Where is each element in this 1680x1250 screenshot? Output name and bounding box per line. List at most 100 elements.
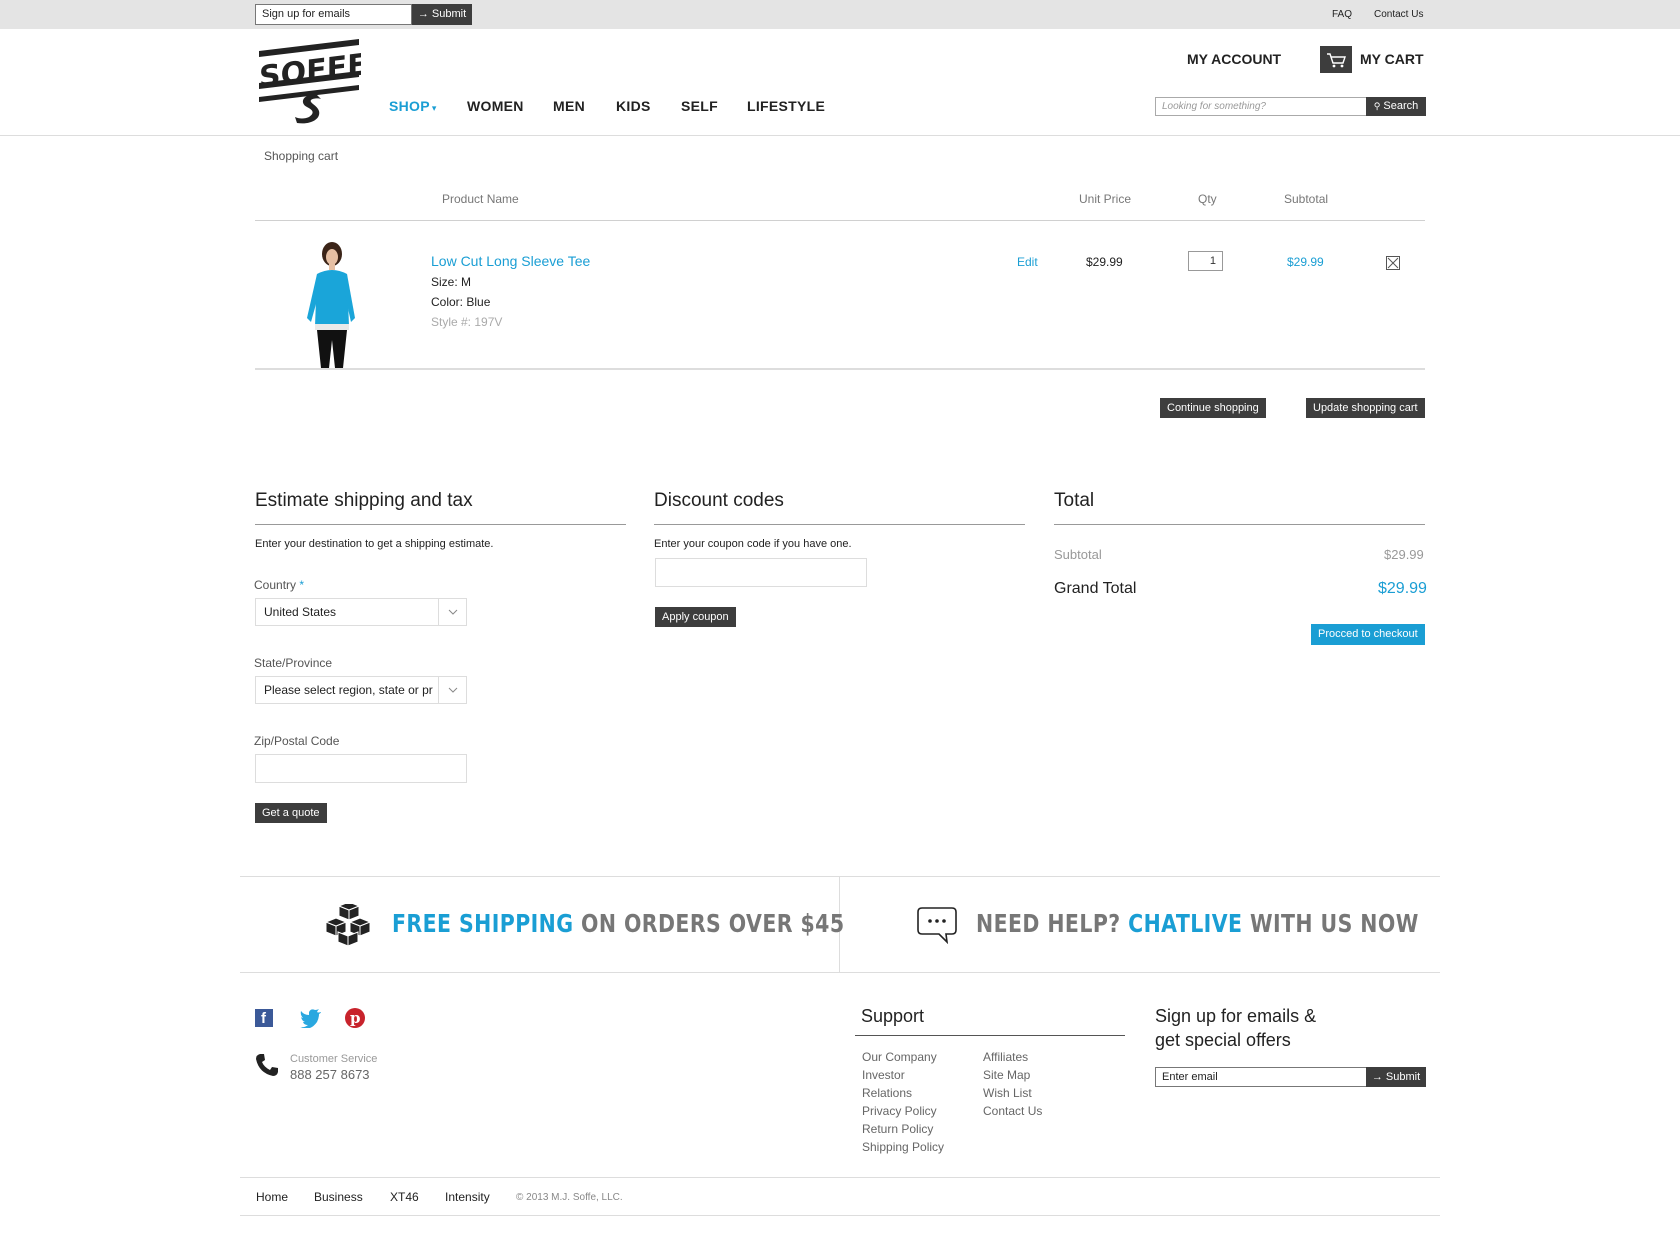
shipping-section-rule: [255, 524, 626, 525]
zip-label: Zip/Postal Code: [254, 734, 340, 748]
breadcrumb: Shopping cart: [264, 149, 339, 163]
search-button-label: Search: [1383, 100, 1419, 112]
faq-link[interactable]: FAQ: [1332, 9, 1352, 20]
nav-men[interactable]: MEN: [553, 98, 585, 114]
footer-link-shipping[interactable]: Shipping Policy: [862, 1140, 944, 1154]
free-shipping-banner: FREE SHIPPING ON ORDERS OVER $45: [392, 909, 845, 938]
quantity-input[interactable]: 1: [1188, 251, 1223, 271]
footer-link-our-company[interactable]: Our Company: [862, 1050, 937, 1064]
country-select-value: United States: [264, 605, 337, 619]
bottom-link-intensity[interactable]: Intensity: [445, 1190, 490, 1204]
shipping-intro: Enter your destination to get a shipping…: [255, 538, 494, 550]
support-title: Support: [861, 1006, 925, 1026]
bottom-link-home[interactable]: Home: [256, 1190, 288, 1204]
need-help-text: NEED HELP?: [976, 909, 1129, 938]
update-cart-button[interactable]: Update shopping cart: [1306, 398, 1425, 418]
product-color: Color: Blue: [431, 295, 491, 309]
total-section-rule: [1054, 524, 1425, 525]
facebook-icon[interactable]: f: [255, 1009, 273, 1027]
search-input[interactable]: Looking for something?: [1155, 97, 1367, 116]
zip-input[interactable]: [255, 754, 467, 783]
required-marker: *: [299, 578, 305, 592]
footer-link-site-map[interactable]: Site Map: [983, 1068, 1030, 1082]
nav-women[interactable]: WOMEN: [467, 98, 524, 114]
discount-section-rule: [654, 524, 1025, 525]
table-header-rule: [255, 220, 1425, 221]
search-button[interactable]: ⚲ Search: [1366, 97, 1426, 116]
grand-total-value: $29.99: [1378, 580, 1427, 597]
discount-intro: Enter your coupon code if you have one.: [654, 538, 852, 550]
table-bottom-rule: [255, 368, 1425, 370]
chat-live-banner[interactable]: NEED HELP? CHATLIVE WITH US NOW: [976, 909, 1419, 938]
grand-total-label: Grand Total: [1054, 580, 1137, 597]
footer-link-wish-list[interactable]: Wish List: [983, 1086, 1032, 1100]
footer-link-investor[interactable]: Investor: [862, 1068, 905, 1082]
footer-link-affiliates[interactable]: Affiliates: [983, 1050, 1028, 1064]
free-shipping-rest: ON ORDERS OVER $45: [573, 909, 845, 938]
boxes-icon: [322, 901, 376, 947]
chatlive-highlight: CHATLIVE: [1128, 909, 1243, 938]
banner-bottom-rule: [240, 972, 1440, 973]
pinterest-icon[interactable]: p: [345, 1008, 365, 1028]
edit-item-link[interactable]: Edit: [1017, 255, 1038, 269]
state-select-value: Please select region, state or pr: [264, 683, 433, 697]
cart-icon[interactable]: [1320, 46, 1352, 73]
top-email-signup-input[interactable]: Sign up for emails: [255, 4, 412, 25]
coupon-input[interactable]: [655, 558, 867, 587]
contact-us-link[interactable]: Contact Us: [1374, 9, 1423, 20]
copyright: © 2013 M.J. Soffe, LLC.: [516, 1192, 623, 1203]
signup-title-line2: get special offers: [1155, 1030, 1291, 1050]
country-select[interactable]: United States: [255, 598, 467, 626]
shipping-section-title: Estimate shipping and tax: [255, 490, 473, 511]
proceed-to-checkout-button[interactable]: Procced to checkout: [1311, 624, 1425, 645]
state-label: State/Province: [254, 656, 333, 670]
col-subtotal: Subtotal: [1284, 192, 1329, 206]
apply-coupon-button[interactable]: Apply coupon: [655, 607, 736, 627]
product-image[interactable]: [295, 240, 365, 368]
footer-link-return[interactable]: Return Policy: [862, 1122, 933, 1136]
nav-shop[interactable]: SHOP ▾: [389, 98, 437, 114]
chat-bubble-icon: [916, 906, 958, 945]
bottom-links-top-rule: [240, 1177, 1440, 1178]
soffe-logo[interactable]: SOFFE: [255, 37, 368, 125]
top-utility-bar: [0, 0, 1680, 29]
item-subtotal: $29.99: [1287, 255, 1324, 269]
product-name-link[interactable]: Low Cut Long Sleeve Tee: [431, 253, 590, 269]
footer-link-relations[interactable]: Relations: [862, 1086, 912, 1100]
my-account-link[interactable]: MY ACCOUNT: [1187, 51, 1281, 67]
my-cart-link[interactable]: MY CART: [1360, 51, 1424, 67]
nav-self[interactable]: SELF: [681, 98, 718, 114]
total-section-title: Total: [1054, 490, 1095, 511]
nav-kids[interactable]: KIDS: [616, 98, 651, 114]
bottom-link-xt46[interactable]: XT46: [390, 1190, 419, 1204]
col-qty: Qty: [1198, 192, 1217, 206]
header-divider: [0, 135, 1680, 136]
free-shipping-highlight: FREE SHIPPING: [392, 909, 574, 938]
footer-submit-button[interactable]: → Submit: [1366, 1067, 1426, 1087]
state-select[interactable]: Please select region, state or pr: [255, 676, 467, 704]
banner-top-rule: [240, 876, 1440, 877]
close-icon: [1387, 257, 1399, 269]
footer-link-contact[interactable]: Contact Us: [983, 1104, 1042, 1118]
footer-email-input[interactable]: Enter email: [1155, 1067, 1367, 1087]
bottom-links-bottom-rule: [240, 1215, 1440, 1216]
chevron-down-icon: ▾: [431, 103, 437, 113]
chevron-down-icon: [438, 599, 466, 625]
customer-service-label: Customer Service: [290, 1053, 378, 1065]
get-quote-button[interactable]: Get a quote: [255, 803, 327, 823]
remove-item-button[interactable]: [1386, 256, 1400, 270]
unit-price: $29.99: [1086, 255, 1123, 269]
footer-link-privacy[interactable]: Privacy Policy: [862, 1104, 937, 1118]
support-rule: [855, 1035, 1125, 1036]
chat-rest-text: WITH US NOW: [1242, 909, 1419, 938]
col-unit-price: Unit Price: [1079, 192, 1132, 206]
continue-shopping-button[interactable]: Continue shopping: [1160, 398, 1266, 418]
twitter-icon[interactable]: [300, 1008, 322, 1029]
bottom-link-business[interactable]: Business: [314, 1190, 363, 1204]
subtotal-value: $29.99: [1384, 547, 1424, 562]
signup-title-line1: Sign up for emails &: [1155, 1006, 1317, 1026]
customer-service-phone[interactable]: 888 257 8673: [290, 1067, 370, 1082]
nav-lifestyle[interactable]: LIFESTYLE: [747, 98, 825, 114]
chevron-down-icon: [438, 677, 466, 703]
top-submit-button[interactable]: → Submit: [412, 4, 472, 25]
